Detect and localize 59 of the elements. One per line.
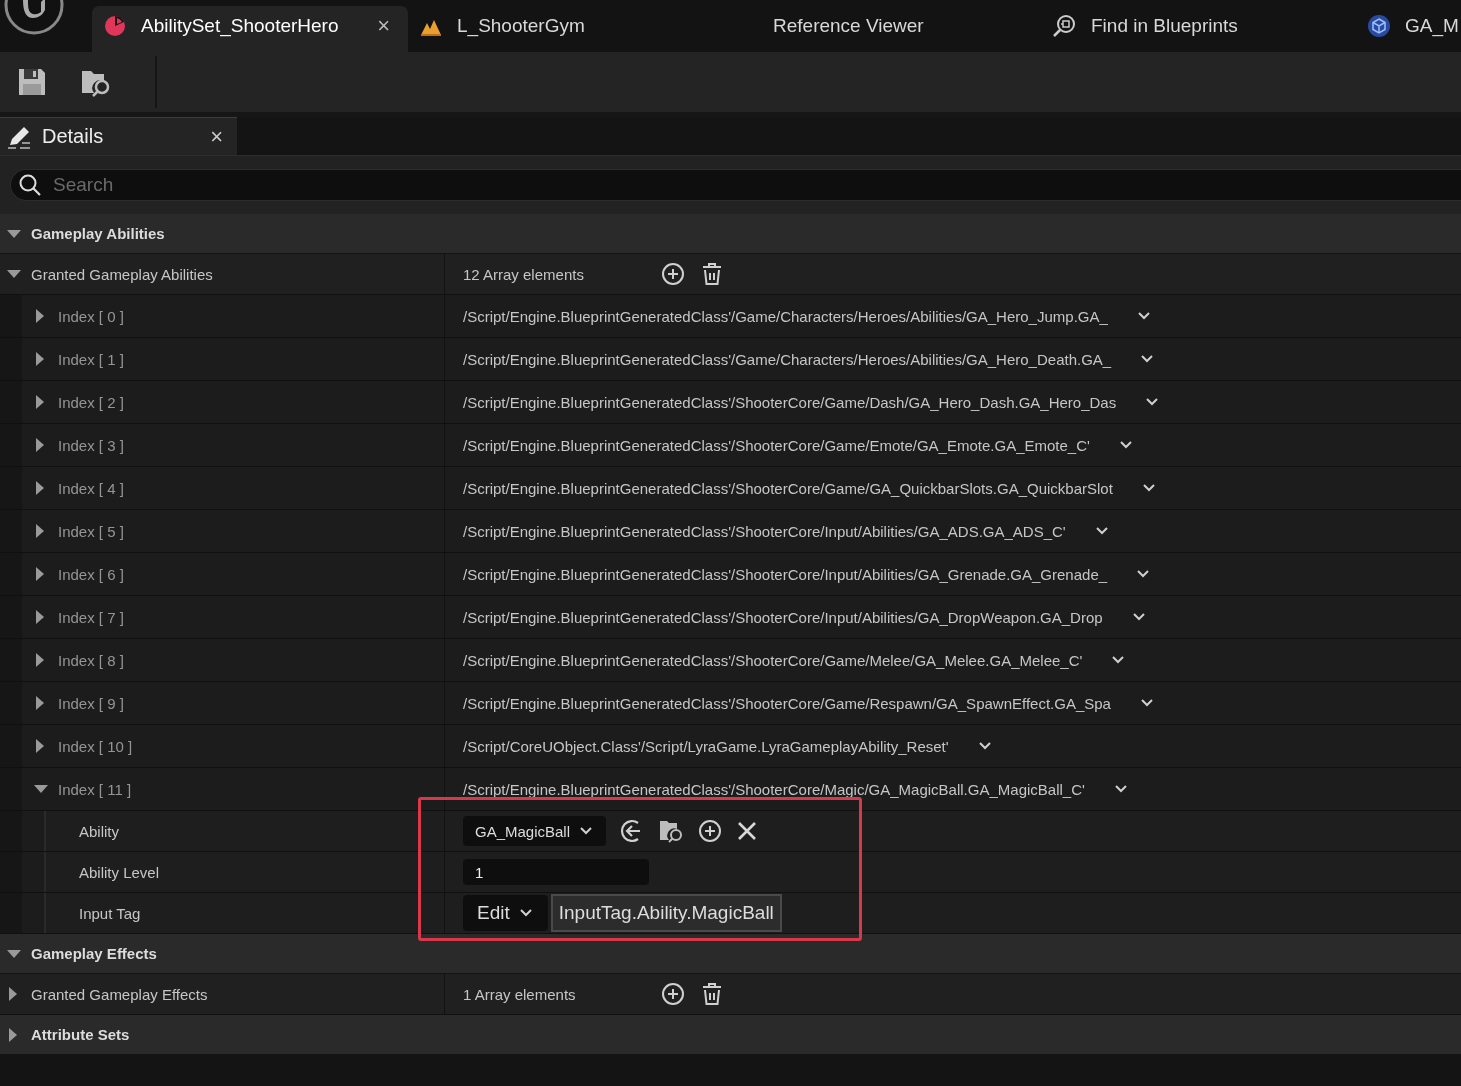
section-title[interactable]: Gameplay Abilities	[31, 225, 165, 242]
asset-path-value: /Script/Engine.BlueprintGeneratedClass'/ShooterCore/Game/Respawn/GA_SpawnEffect.GA_Spa	[463, 694, 1111, 712]
asset-path-value: /Script/Engine.BlueprintGeneratedClass'/Game/Characters/Heroes/Abilities/GA_Hero_Jump.GA_	[463, 307, 1108, 325]
trash-icon[interactable]	[701, 262, 723, 286]
array-count: 12 Array elements	[463, 265, 585, 283]
cube-icon	[1367, 14, 1391, 38]
magnifier-node-icon	[1051, 13, 1077, 39]
editor-tab[interactable]: L_ShooterGym	[408, 6, 724, 52]
class-dropdown[interactable]: GA_MagicBall	[463, 816, 607, 846]
array-index-label: Index [ 9 ]	[58, 694, 124, 712]
property-name: Ability Level	[79, 863, 160, 881]
folder-search-icon[interactable]	[658, 818, 685, 844]
asset-path-value: /Script/Engine.BlueprintGeneratedClass'/ShooterCore/Input/Abilities/GA_Grenade.GA_Grenade_	[463, 565, 1108, 583]
editor-tab[interactable]: Find in Blueprints	[1040, 6, 1356, 52]
edit-dropdown[interactable]: Edit	[463, 895, 548, 931]
asset-path-value: /Script/Engine.BlueprintGeneratedClass'/ShooterCore/Game/Dash/GA_Hero_Dash.GA_Hero_Das	[463, 393, 1117, 411]
section-title[interactable]: Gameplay Effects	[31, 945, 157, 962]
property-name: Granted Gameplay Abilities	[31, 265, 213, 283]
array-index-label: Index [ 5 ]	[58, 522, 124, 540]
property-name: Granted Gameplay Effects	[31, 985, 208, 1003]
array-index-label: Index [ 7 ]	[58, 608, 124, 626]
save-icon[interactable]	[17, 67, 47, 97]
array-count: 1 Array elements	[463, 985, 577, 1003]
editor-tab[interactable]: AbilitySet_ShooterHero ×	[92, 6, 408, 52]
array-index-label: Index [ 0 ]	[58, 307, 124, 325]
asset-path-value: /Script/Engine.BlueprintGeneratedClass'/ShooterCore/Game/Emote/GA_Emote.GA_Emote_C'	[463, 436, 1090, 454]
array-index-label: Index [ 10 ]	[58, 737, 133, 755]
add-circle-icon[interactable]	[661, 262, 685, 286]
asset-path-value: /Script/CoreUObject.Class'/Script/LyraGame.LyraGameplayAbility_Reset'	[463, 737, 949, 755]
trash-icon[interactable]	[701, 982, 723, 1006]
close-icon[interactable]	[736, 820, 759, 842]
section-title[interactable]: Attribute Sets	[31, 1026, 130, 1043]
asset-path-value: /Script/Engine.BlueprintGeneratedClass'/ShooterCore/Game/Melee/GA_Melee.GA_Melee_C'	[463, 651, 1083, 669]
array-index-label: Index [ 2 ]	[58, 393, 124, 411]
close-tab-button[interactable]: ×	[210, 123, 223, 150]
array-index-label: Index [ 8 ]	[58, 651, 124, 669]
asset-path-value: /Script/Engine.BlueprintGeneratedClass'/Game/Characters/Heroes/Abilities/GA_Hero_Death.GA_	[463, 350, 1112, 368]
asset-path-value: /Script/Engine.BlueprintGeneratedClass'/ShooterCore/Game/GA_QuickbarSlots.GA_QuickbarSlot	[463, 479, 1113, 497]
array-index-label: Index [ 11 ]	[58, 780, 132, 798]
search-field[interactable]: Search	[10, 169, 1461, 201]
array-index-label: Index [ 1 ]	[58, 350, 124, 368]
gameplay-tag: InputTag.Ability.MagicBall	[550, 894, 782, 932]
editor-tab[interactable]: GA_M	[1356, 6, 1459, 52]
asset-path-value: /Script/Engine.BlueprintGeneratedClass'/ShooterCore/Input/Abilities/GA_DropWeapon.GA_Drop	[463, 608, 1103, 626]
pie-chart-icon	[103, 14, 127, 38]
array-index-label: Index [ 4 ]	[58, 479, 124, 497]
details-tab[interactable]: Details ×	[0, 117, 237, 155]
add-circle-icon[interactable]	[698, 819, 723, 843]
array-index-label: Index [ 3 ]	[58, 436, 124, 454]
property-name: Input Tag	[79, 904, 141, 922]
asset-path-value: /Script/Engine.BlueprintGeneratedClass'/ShooterCore/Input/Abilities/GA_ADS.GA_ADS_C'	[463, 522, 1066, 540]
number-field[interactable]: 1	[463, 859, 649, 885]
close-tab-button[interactable]: ×	[373, 13, 394, 39]
asset-path-value: /Script/Engine.BlueprintGeneratedClass'/ShooterCore/Magic/GA_MagicBall.GA_MagicBall_C'	[463, 780, 1085, 798]
property-name: Ability	[79, 822, 119, 840]
array-index-label: Index [ 6 ]	[58, 565, 124, 583]
search-icon	[18, 173, 42, 197]
editor-tab[interactable]: Reference Viewer	[724, 6, 1040, 52]
add-circle-icon[interactable]	[661, 982, 685, 1006]
